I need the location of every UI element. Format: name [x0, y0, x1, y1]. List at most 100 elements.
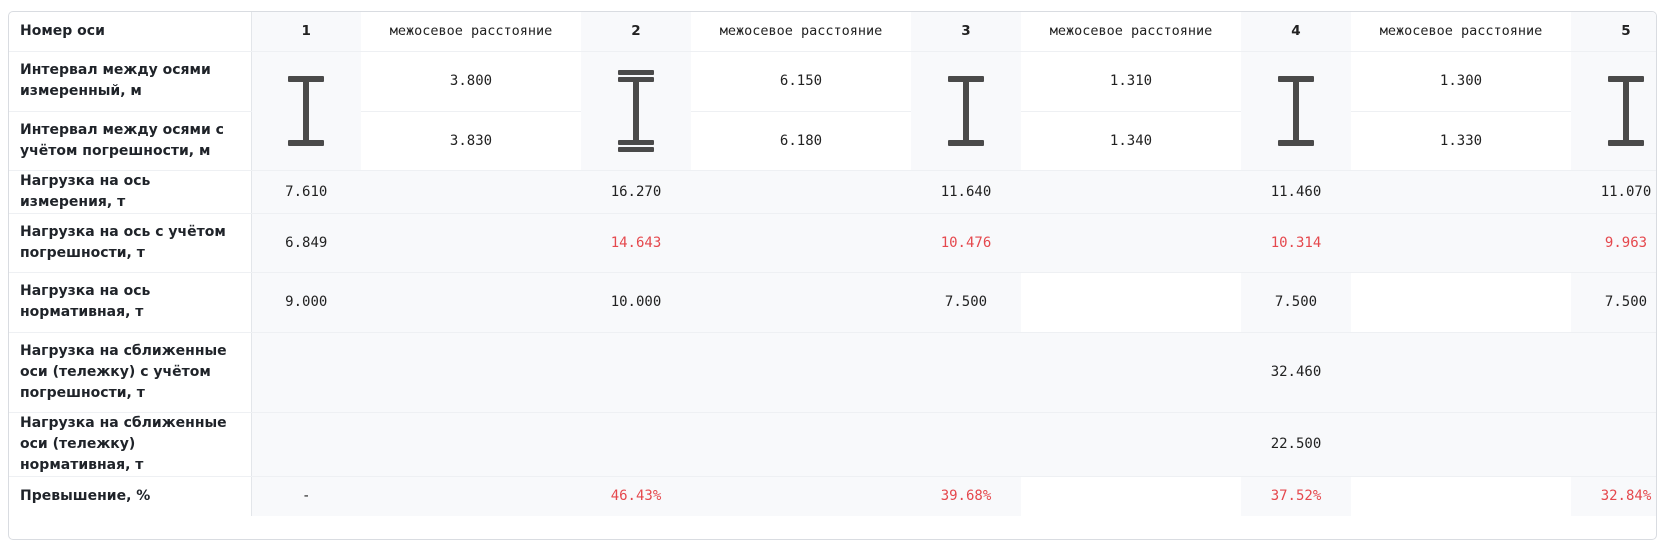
row-load-measured: Нагрузка на ось измерения, т 7.610 16.27… [9, 170, 1656, 214]
single-axle-icon [948, 75, 984, 146]
load-norm-1: 9.000 [251, 272, 361, 333]
empty-cell [691, 272, 911, 333]
interval-error-2: 6.180 [691, 111, 911, 171]
empty-cell [1351, 476, 1571, 516]
label-bogie-norm: Нагрузка на сближенные оси (тележку) нор… [9, 412, 252, 477]
empty-cell [1021, 170, 1241, 214]
empty-cell [581, 412, 691, 477]
row-bogie-error: Нагрузка на сближенные оси (тележку) с у… [9, 332, 1656, 413]
empty-cell [361, 332, 581, 413]
interval-measured-3: 1.310 [1021, 51, 1241, 112]
distance-header-2: межосевое расстояние [691, 12, 911, 52]
load-measured-4: 11.460 [1241, 170, 1351, 214]
axis-number-1: 1 [251, 12, 361, 52]
load-norm-4: 7.500 [1241, 272, 1351, 333]
axis-number-5: 5 [1571, 12, 1656, 52]
empty-cell [1351, 272, 1571, 333]
row-load-error: Нагрузка на ось с учётом погрешности, т … [9, 213, 1656, 273]
label-interval-measured: Интервал между осями измеренный, м [9, 51, 252, 112]
empty-cell [691, 213, 911, 273]
axis-number-2: 2 [581, 12, 691, 52]
load-measured-5: 11.070 [1571, 170, 1656, 214]
single-axle-icon [1278, 75, 1314, 146]
excess-3: 39.68% [911, 476, 1021, 516]
empty-cell [1021, 332, 1241, 413]
row-bogie-norm: Нагрузка на сближенные оси (тележку) нор… [9, 412, 1656, 477]
single-axle-icon [1608, 75, 1644, 146]
distance-header-4: межосевое расстояние [1351, 12, 1571, 52]
row-load-norm: Нагрузка на ось нормативная, т 9.000 10.… [9, 272, 1656, 333]
single-axle-icon [288, 75, 325, 146]
label-interval-error: Интервал между осями с учётом погрешност… [9, 111, 252, 171]
empty-cell [691, 412, 911, 477]
distance-header-1: межосевое расстояние [361, 12, 581, 52]
excess-4: 37.52% [1241, 476, 1351, 516]
empty-cell [1351, 332, 1571, 413]
empty-cell [1351, 213, 1571, 273]
empty-cell [1571, 412, 1656, 477]
label-axis-number: Номер оси [9, 12, 252, 52]
distance-header-3: межосевое расстояние [1021, 12, 1241, 52]
axle-load-table: Номер оси 1 межосевое расстояние 2 межос… [9, 12, 1656, 516]
empty-cell [691, 332, 911, 413]
empty-cell [251, 412, 361, 477]
double-axle-icon [618, 69, 654, 152]
interval-error-3: 1.340 [1021, 111, 1241, 171]
load-measured-2: 16.270 [581, 170, 691, 214]
load-error-3: 10.476 [911, 213, 1021, 273]
load-error-2: 14.643 [581, 213, 691, 273]
empty-cell [251, 332, 361, 413]
axle-icon-cell-4 [1241, 51, 1351, 171]
load-norm-2: 10.000 [581, 272, 691, 333]
axle-icon-cell-1 [251, 51, 361, 171]
interval-error-1: 3.830 [361, 111, 581, 171]
empty-cell [361, 170, 581, 214]
empty-cell [1021, 476, 1241, 516]
row-axis-number: Номер оси 1 межосевое расстояние 2 межос… [9, 12, 1656, 52]
interval-measured-2: 6.150 [691, 51, 911, 112]
bogie-error-4: 32.460 [1241, 332, 1351, 413]
label-bogie-error: Нагрузка на сближенные оси (тележку) с у… [9, 332, 252, 413]
label-load-norm: Нагрузка на ось нормативная, т [9, 272, 252, 333]
interval-measured-1: 3.800 [361, 51, 581, 112]
bogie-norm-4: 22.500 [1241, 412, 1351, 477]
empty-cell [911, 412, 1021, 477]
interval-error-4: 1.330 [1351, 111, 1571, 171]
empty-cell [691, 476, 911, 516]
empty-cell [1571, 332, 1656, 413]
load-error-4: 10.314 [1241, 213, 1351, 273]
axis-number-3: 3 [911, 12, 1021, 52]
empty-cell [581, 332, 691, 413]
load-measured-1: 7.610 [251, 170, 361, 214]
empty-cell [361, 213, 581, 273]
load-measured-3: 11.640 [911, 170, 1021, 214]
excess-5: 32.84% [1571, 476, 1656, 516]
empty-cell [1021, 412, 1241, 477]
axle-icon-cell-3 [911, 51, 1021, 171]
empty-cell [1351, 412, 1571, 477]
label-load-error: Нагрузка на ось с учётом погрешности, т [9, 213, 252, 273]
load-norm-5: 7.500 [1571, 272, 1656, 333]
empty-cell [361, 476, 581, 516]
label-excess: Превышение, % [9, 476, 252, 516]
row-interval-measured: Интервал между осями измеренный, м 3.800 [9, 51, 1656, 171]
excess-2: 46.43% [581, 476, 691, 516]
axle-icon-cell-2 [581, 51, 691, 171]
empty-cell [1021, 272, 1241, 333]
empty-cell [1021, 213, 1241, 273]
axis-number-4: 4 [1241, 12, 1351, 52]
empty-cell [361, 412, 581, 477]
row-excess: Превышение, % - 46.43% 39.68% 37.52% 32.… [9, 476, 1656, 516]
load-error-5: 9.963 [1571, 213, 1656, 273]
axle-load-table-panel: Номер оси 1 межосевое расстояние 2 межос… [8, 11, 1657, 540]
label-load-measured: Нагрузка на ось измерения, т [9, 170, 252, 214]
empty-cell [361, 272, 581, 333]
excess-1: - [251, 476, 361, 516]
load-norm-3: 7.500 [911, 272, 1021, 333]
load-error-1: 6.849 [251, 213, 361, 273]
axle-icon-cell-5 [1571, 51, 1656, 171]
empty-cell [1351, 170, 1571, 214]
interval-measured-4: 1.300 [1351, 51, 1571, 112]
empty-cell [911, 332, 1021, 413]
empty-cell [691, 170, 911, 214]
